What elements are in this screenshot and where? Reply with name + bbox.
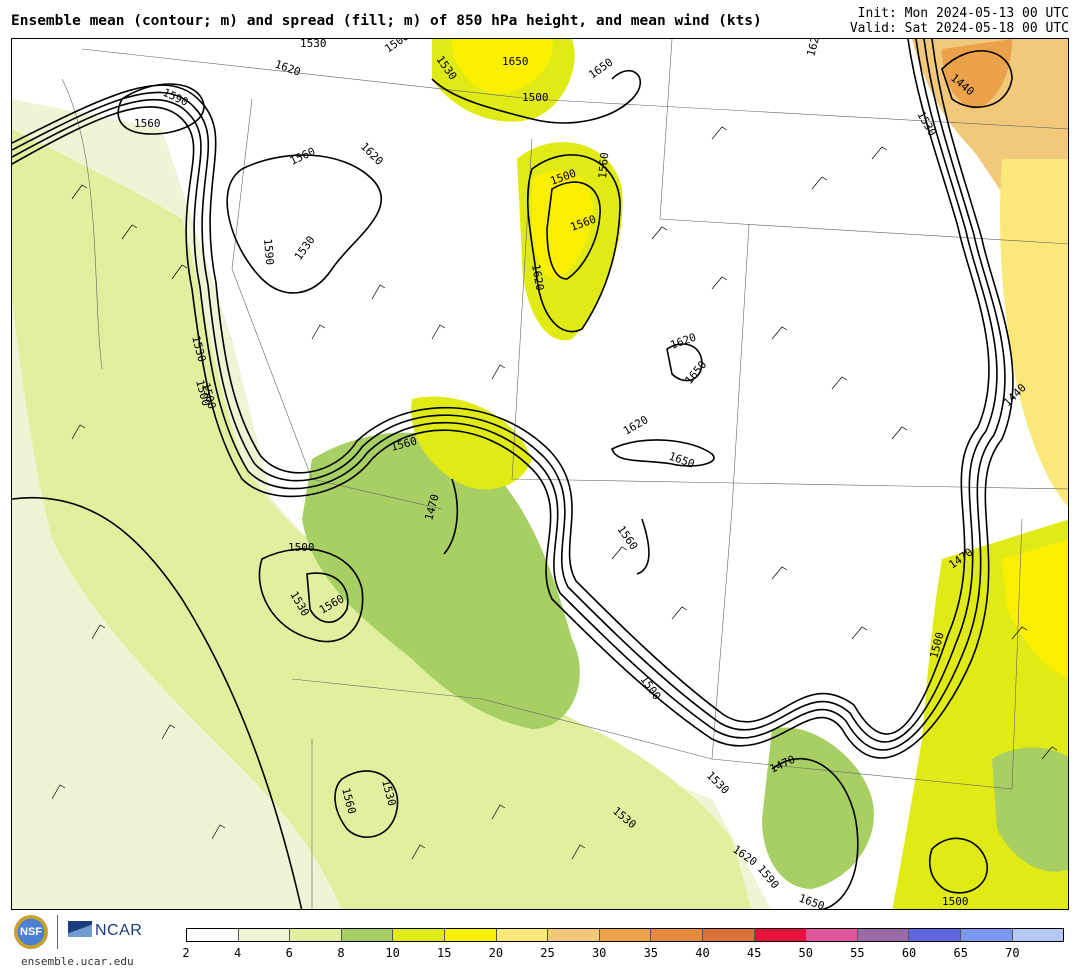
wind-barb bbox=[611, 546, 628, 560]
footer-logos: NSF NCAR ensemble.ucar.edu bbox=[14, 913, 154, 969]
wind-barb bbox=[811, 176, 828, 190]
colorbar-tick-label: 8 bbox=[337, 946, 345, 960]
contour-line bbox=[636, 518, 650, 575]
colorbar-swatch bbox=[238, 929, 291, 941]
logo-divider bbox=[57, 915, 58, 949]
contour-label: 1500 bbox=[522, 91, 549, 104]
contour-label: 1620 bbox=[804, 39, 823, 58]
colorbar-tick-label: 55 bbox=[850, 946, 865, 960]
wind-barb bbox=[491, 364, 506, 380]
contour-label: 1590 bbox=[261, 238, 276, 266]
colorbar-tick-label: 35 bbox=[643, 946, 659, 960]
colorbar-swatch bbox=[857, 929, 910, 941]
contour-label: 1560 bbox=[288, 145, 318, 168]
wind-barb bbox=[891, 426, 908, 440]
contour-label: 1650 bbox=[797, 892, 826, 910]
contour-label: 1620 bbox=[669, 331, 698, 352]
contour-line bbox=[611, 439, 715, 467]
spread-fill-south-green bbox=[762, 727, 874, 889]
contour-label: 1530 bbox=[914, 109, 939, 138]
contour-label: 1500 bbox=[942, 895, 969, 908]
wind-barb bbox=[871, 146, 888, 160]
wind-barb bbox=[311, 324, 326, 340]
colorbar-tick-label: 2 bbox=[182, 946, 190, 960]
colorbar-swatch bbox=[960, 929, 1013, 941]
ncar-logo: NCAR bbox=[68, 921, 142, 940]
colorbar-tick-label: 30 bbox=[591, 946, 607, 960]
contour-label: 1620 bbox=[273, 58, 302, 79]
wind-barb bbox=[771, 326, 788, 340]
colorbar-ticks: 2 4 6 8 10 15 20 25 30 35 40 45 50 55 60 65 70 bbox=[182, 946, 1064, 962]
colorbar-tick-label: 45 bbox=[746, 946, 762, 960]
wind-barb bbox=[651, 226, 668, 240]
wind-barb bbox=[771, 566, 788, 580]
colorbar-tick-label: 50 bbox=[798, 946, 813, 960]
colorbar-tick-label: 70 bbox=[1005, 946, 1020, 960]
colorbar-swatch bbox=[651, 929, 703, 941]
wind-barb bbox=[851, 626, 868, 640]
wind-barb bbox=[371, 284, 386, 300]
colorbar-swatch bbox=[1012, 929, 1064, 941]
colorbar-tick-label: 60 bbox=[901, 946, 917, 960]
contour-label: 1530 bbox=[292, 234, 318, 263]
colorbar-tick-label: 25 bbox=[540, 946, 555, 960]
page-title: Ensemble mean (contour; m) and spread (f… bbox=[11, 13, 762, 29]
colorbar-tick-label: 20 bbox=[488, 946, 504, 960]
init-time: Init: Mon 2024-05-13 00 UTC bbox=[857, 6, 1069, 21]
contour-label: 1560 bbox=[596, 152, 611, 180]
wind-barb bbox=[431, 324, 446, 340]
colorbar-swatch bbox=[496, 929, 549, 941]
wind-barb bbox=[711, 126, 728, 140]
colorbar-swatch bbox=[444, 929, 497, 941]
colorbar-swatch bbox=[909, 929, 961, 941]
map-panel: 1530 1620 1500 1590 1560 1650 1530 1500 … bbox=[11, 38, 1069, 910]
contour-label: 1650 bbox=[502, 55, 529, 68]
contour-label: 1500 bbox=[638, 673, 664, 702]
contour-label: 1500 bbox=[382, 39, 411, 55]
contour-line bbox=[226, 154, 383, 294]
contour-label: 1650 bbox=[586, 56, 615, 82]
contour-label: 1530 bbox=[704, 769, 732, 797]
ncar-text: NCAR bbox=[95, 922, 143, 939]
colorbar-tick-label: 65 bbox=[953, 946, 968, 960]
colorbar-swatch bbox=[393, 929, 445, 941]
contour-label: 1530 bbox=[300, 39, 327, 50]
ncar-mark-icon bbox=[68, 921, 92, 937]
colorbar bbox=[186, 928, 1064, 942]
contour-label: 1500 bbox=[288, 541, 315, 554]
colorbar-swatch bbox=[548, 929, 600, 941]
spread-fill-east-light-yellow bbox=[1000, 159, 1068, 507]
wind-barb bbox=[831, 376, 848, 390]
spread-fill-layer bbox=[12, 39, 1068, 909]
colorbar-swatch bbox=[187, 929, 239, 941]
source-url: ensemble.ucar.edu bbox=[21, 955, 134, 968]
contour-label: 1620 bbox=[621, 413, 650, 438]
colorbar-tick-label: 4 bbox=[234, 946, 242, 960]
nsf-logo: NSF bbox=[14, 915, 48, 949]
contour-label: 1650 bbox=[682, 358, 709, 387]
wind-barb bbox=[671, 606, 688, 620]
colorbar-tick-label: 40 bbox=[695, 946, 710, 960]
timestamp-block: Init: Mon 2024-05-13 00 UTC Valid: Sat 2… bbox=[850, 6, 1069, 36]
colorbar-swatch bbox=[754, 929, 807, 941]
colorbar-swatch bbox=[290, 929, 342, 941]
contour-label: 1650 bbox=[667, 450, 696, 471]
colorbar-tick-label: 15 bbox=[437, 946, 452, 960]
contour-label: 1560 bbox=[615, 523, 641, 552]
valid-time: Valid: Sat 2024-05-18 00 UTC bbox=[849, 21, 1069, 36]
wind-barb bbox=[711, 276, 728, 290]
map-canvas: 1530 1620 1500 1590 1560 1650 1530 1500 … bbox=[12, 39, 1068, 910]
contour-label: 1620 bbox=[358, 140, 386, 168]
colorbar-swatch bbox=[341, 929, 394, 941]
colorbar-swatch bbox=[599, 929, 652, 941]
colorbar-tick-label: 6 bbox=[285, 946, 293, 960]
colorbar-tick-label: 10 bbox=[385, 946, 400, 960]
colorbar-swatch bbox=[806, 929, 858, 941]
colorbar-swatch bbox=[702, 929, 755, 941]
contour-label: 1560 bbox=[134, 117, 161, 130]
